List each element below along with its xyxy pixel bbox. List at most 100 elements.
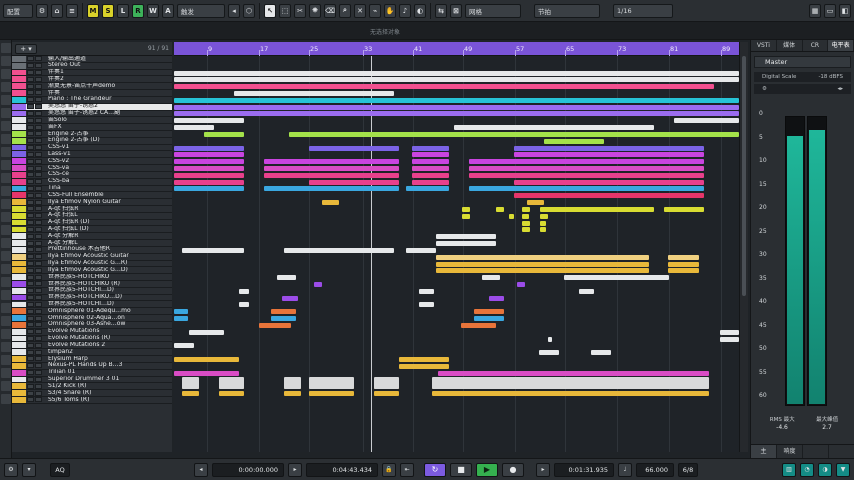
cycle-button[interactable]: ↻ — [424, 462, 446, 477]
event-part[interactable] — [314, 281, 322, 287]
constrain-icon[interactable]: ⬡ — [243, 3, 255, 18]
event-part[interactable] — [174, 309, 188, 315]
settings-icon[interactable]: ⚙ — [36, 3, 48, 18]
event-part[interactable] — [548, 336, 552, 342]
solo-toggle[interactable] — [35, 97, 42, 103]
event-part[interactable] — [309, 145, 399, 151]
event-part[interactable] — [189, 329, 224, 335]
mute-toggle[interactable] — [27, 165, 34, 171]
read-automation-button[interactable]: R — [132, 3, 144, 18]
lock-icon[interactable]: 🔒 — [382, 462, 396, 477]
event-part[interactable] — [174, 84, 714, 90]
event-part[interactable] — [469, 186, 704, 192]
event-part[interactable] — [182, 391, 199, 397]
solo-toggle[interactable] — [35, 226, 42, 232]
event-part[interactable] — [436, 234, 496, 240]
solo-toggle[interactable] — [35, 199, 42, 205]
zone-tool-icon[interactable] — [1, 342, 11, 352]
mute-toggle[interactable] — [27, 267, 34, 273]
zone-tool-icon[interactable] — [1, 108, 11, 118]
tab-cr[interactable]: CR — [803, 40, 829, 51]
time-format-icon[interactable]: ▸ — [536, 462, 550, 477]
left-locator-field[interactable]: 0:00:00.000 — [212, 462, 284, 477]
event-part[interactable] — [264, 186, 399, 192]
zone-tool-icon[interactable] — [1, 160, 11, 170]
mute-toggle[interactable] — [27, 220, 34, 226]
warp-tool[interactable]: ⌁ — [369, 3, 381, 18]
solo-toggle[interactable] — [35, 383, 42, 389]
zone-tool-icon[interactable] — [1, 277, 11, 287]
solo-toggle[interactable] — [35, 185, 42, 191]
mute-toggle[interactable] — [27, 226, 34, 232]
event-part[interactable] — [174, 125, 214, 131]
solo-toggle[interactable] — [35, 342, 42, 348]
mute-toggle[interactable] — [27, 390, 34, 396]
mute-toggle[interactable] — [27, 124, 34, 130]
event-part[interactable] — [514, 145, 704, 151]
stop-button[interactable]: ■ — [450, 462, 472, 477]
left-locator-icon[interactable]: ◂ — [194, 462, 208, 477]
event-part[interactable] — [436, 241, 496, 247]
event-part[interactable] — [264, 166, 399, 172]
metronome-icon[interactable]: ♩ — [618, 462, 632, 477]
solo-toggle[interactable] — [35, 110, 42, 116]
solo-toggle[interactable] — [35, 145, 42, 151]
event-part[interactable] — [544, 138, 604, 144]
mute-toggle[interactable] — [27, 370, 34, 376]
mute-toggle[interactable] — [27, 349, 34, 355]
event-part[interactable] — [522, 213, 529, 219]
mute-toggle[interactable] — [27, 281, 34, 287]
solo-toggle[interactable] — [35, 240, 42, 246]
dropdown-icon[interactable]: ▾ — [22, 462, 36, 477]
event-part[interactable] — [564, 275, 669, 281]
event-part[interactable] — [540, 213, 548, 219]
event-part[interactable] — [271, 309, 296, 315]
drum-part[interactable] — [182, 376, 199, 389]
mute-toggle[interactable] — [27, 206, 34, 212]
event-part[interactable] — [239, 302, 249, 308]
solo-toggle[interactable] — [35, 233, 42, 239]
mute-toggle[interactable] — [27, 254, 34, 260]
grid-view-icon[interactable]: ▦ — [809, 3, 821, 18]
event-part[interactable] — [309, 391, 354, 397]
mute-toggle[interactable] — [27, 138, 34, 144]
event-part[interactable] — [412, 166, 449, 172]
solo-toggle[interactable] — [35, 179, 42, 185]
event-part[interactable] — [174, 166, 244, 172]
solo-toggle[interactable] — [35, 76, 42, 82]
zone-tool-icon[interactable] — [1, 251, 11, 261]
zone-tool-icon[interactable] — [1, 43, 11, 53]
solo-toggle[interactable] — [35, 363, 42, 369]
drum-part[interactable] — [309, 376, 354, 389]
event-part[interactable] — [438, 370, 709, 376]
tab-media[interactable]: 媒体 — [777, 40, 803, 51]
mute-toggle[interactable] — [27, 97, 34, 103]
solo-toggle[interactable] — [35, 63, 42, 69]
event-part[interactable] — [489, 295, 504, 301]
event-part[interactable] — [412, 179, 449, 185]
vsti-icon[interactable]: ▼ — [836, 462, 850, 477]
mute-toggle[interactable] — [27, 63, 34, 69]
mute-tool[interactable]: ✕ — [354, 3, 366, 18]
solo-toggle[interactable] — [35, 206, 42, 212]
play-button[interactable]: ▶ — [476, 462, 498, 477]
solo-toggle[interactable] — [35, 281, 42, 287]
event-part[interactable] — [174, 70, 739, 76]
event-part[interactable] — [540, 227, 546, 233]
object-select-tool[interactable]: ↖ — [264, 3, 276, 18]
event-part[interactable] — [234, 91, 394, 96]
mute-toggle[interactable] — [27, 383, 34, 389]
mute-toggle[interactable] — [27, 288, 34, 294]
solo-toggle[interactable] — [35, 288, 42, 294]
mute-toggle[interactable] — [27, 233, 34, 239]
split-tool[interactable]: ✂ — [294, 3, 306, 18]
zone-tool-icon[interactable] — [1, 264, 11, 274]
mute-toggle[interactable] — [27, 308, 34, 314]
solo-toggle[interactable] — [35, 192, 42, 198]
event-part[interactable] — [509, 213, 514, 219]
zone-tool-icon[interactable] — [1, 199, 11, 209]
event-part[interactable] — [544, 206, 654, 212]
event-part[interactable] — [522, 206, 530, 212]
event-part[interactable] — [284, 391, 301, 397]
mute-toggle[interactable] — [27, 363, 34, 369]
